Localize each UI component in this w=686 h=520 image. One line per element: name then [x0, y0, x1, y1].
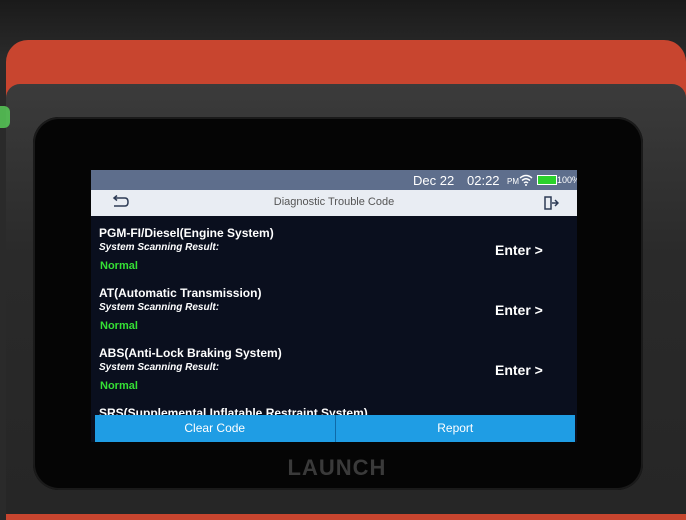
scan-status: Normal: [100, 260, 138, 272]
action-bar: Clear Code Report: [95, 415, 575, 442]
scan-result-label: System Scanning Result:: [99, 242, 220, 253]
scan-result-label: System Scanning Result:: [99, 302, 220, 313]
device-screen: Dec 22 02:22 PM 100% Diagnostic Trouble …: [91, 170, 577, 442]
page-title: Diagnostic Trouble Code: [273, 196, 395, 208]
system-row-engine[interactable]: PGM-FI/Diesel(Engine System) System Scan…: [91, 216, 577, 276]
exit-icon[interactable]: [543, 195, 559, 211]
system-name: ABS(Anti-Lock Braking System): [99, 346, 282, 360]
status-bar: Dec 22 02:22 PM 100%: [91, 170, 577, 190]
enter-button[interactable]: Enter >: [495, 362, 543, 378]
report-button[interactable]: Report: [334, 415, 576, 442]
status-ampm: PM: [507, 177, 519, 186]
battery-level: 100%: [557, 175, 577, 185]
system-list: PGM-FI/Diesel(Engine System) System Scan…: [91, 216, 577, 442]
title-bar: Diagnostic Trouble Code: [91, 190, 577, 216]
system-row-transmission[interactable]: AT(Automatic Transmission) System Scanni…: [91, 276, 577, 336]
enter-button[interactable]: Enter >: [495, 242, 543, 258]
power-led: [0, 106, 10, 128]
scan-result-label: System Scanning Result:: [99, 362, 220, 373]
system-name: AT(Automatic Transmission): [99, 286, 262, 300]
battery-icon: [537, 175, 557, 185]
wifi-icon: [519, 174, 533, 186]
system-name: PGM-FI/Diesel(Engine System): [99, 226, 274, 240]
system-row-abs[interactable]: ABS(Anti-Lock Braking System) System Sca…: [91, 336, 577, 396]
scan-status: Normal: [100, 380, 138, 392]
scan-status: Normal: [100, 320, 138, 332]
enter-button[interactable]: Enter >: [495, 302, 543, 318]
status-time: 02:22: [467, 173, 500, 188]
brand-logo: LAUNCH: [287, 455, 387, 480]
status-date: Dec 22: [413, 173, 455, 188]
clear-code-button[interactable]: Clear Code: [95, 415, 335, 442]
